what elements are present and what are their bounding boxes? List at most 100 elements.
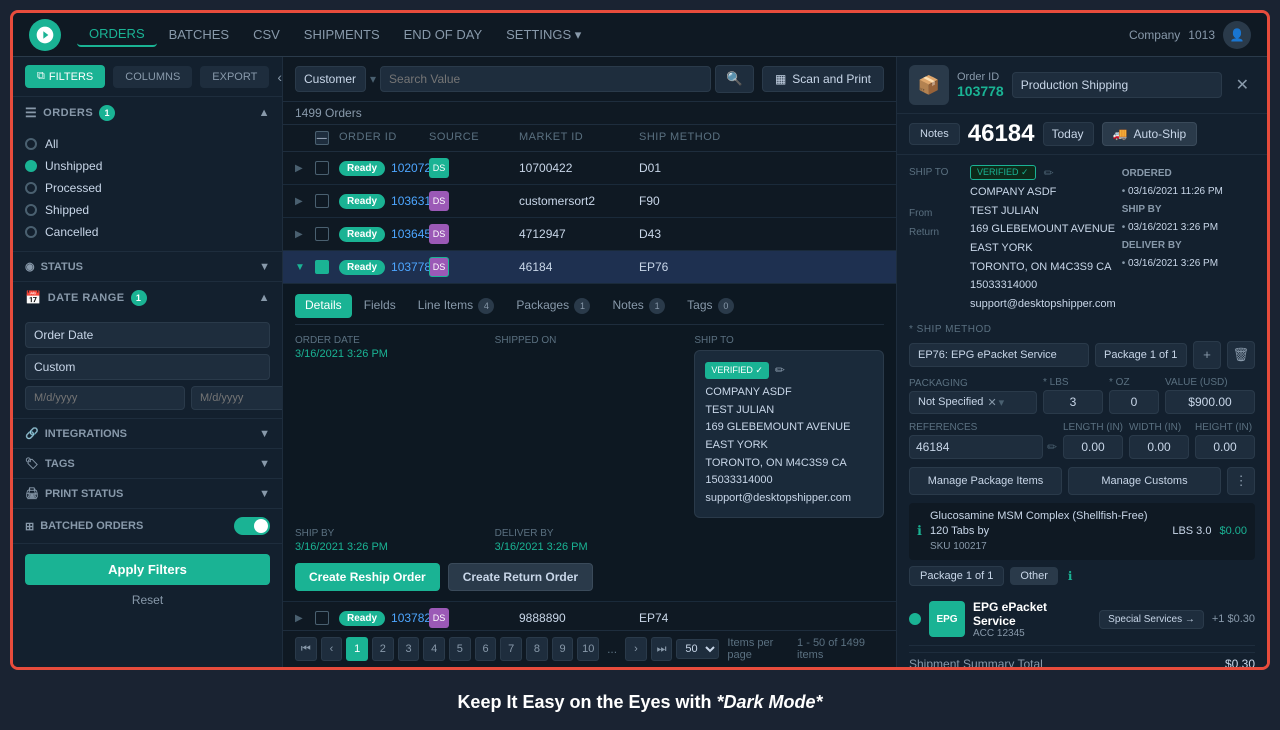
expand-icon[interactable]: ▶	[295, 163, 315, 174]
search-button[interactable]: 🔍	[715, 65, 754, 93]
today-select[interactable]: Today	[1043, 122, 1094, 146]
orders-section-header[interactable]: ☰ ORDERS 1 ▲	[13, 97, 282, 129]
batched-orders-header[interactable]: ⊞ BATCHED ORDERS	[13, 509, 282, 544]
page-first-btn[interactable]: ⏮	[295, 637, 317, 661]
table-row[interactable]: ▶ Ready 102072 DS 10700422 D01	[283, 152, 896, 185]
edit-address-icon[interactable]: ✏	[775, 361, 785, 380]
other-tab[interactable]: Other	[1010, 567, 1058, 585]
order-link[interactable]: 102072	[391, 161, 431, 175]
packaging-dropdown-icon[interactable]: ▾	[999, 396, 1005, 409]
tab-notes[interactable]: Notes 1	[602, 294, 675, 318]
page-next-btn[interactable]: ›	[625, 637, 647, 661]
package-1-tab[interactable]: Package 1 of 1	[909, 566, 1004, 586]
length-input[interactable]	[1063, 435, 1123, 459]
page-last-btn[interactable]: ⏭	[651, 637, 673, 661]
table-row[interactable]: ▶ Ready 103631 DS customersort2 F90	[283, 185, 896, 218]
filter-cancelled[interactable]: Cancelled	[25, 221, 270, 243]
page-9-btn[interactable]: 9	[552, 637, 574, 661]
columns-tab[interactable]: COLUMNS	[113, 66, 192, 88]
row-checkbox-checked[interactable]	[315, 260, 329, 274]
create-return-button[interactable]: Create Return Order	[448, 563, 593, 591]
page-3-btn[interactable]: 3	[398, 637, 420, 661]
expand-icon[interactable]: ▶	[295, 613, 315, 624]
order-date-select[interactable]: Order Date	[25, 322, 270, 348]
page-10-btn[interactable]: 10	[577, 637, 599, 661]
value-input[interactable]	[1165, 390, 1255, 414]
row-checkbox[interactable]	[315, 161, 329, 175]
status-section-header[interactable]: ◉ STATUS ▼	[13, 252, 282, 282]
shipping-type-select[interactable]: Production Shipping	[1012, 72, 1222, 98]
filter-processed[interactable]: Processed	[25, 177, 270, 199]
tab-details[interactable]: Details	[295, 294, 352, 318]
per-page-select[interactable]: 50	[676, 639, 719, 659]
clear-packaging-icon[interactable]: ✕	[987, 396, 996, 409]
page-2-btn[interactable]: 2	[372, 637, 394, 661]
more-options-button[interactable]: ⋮	[1227, 467, 1255, 495]
oz-input[interactable]	[1109, 390, 1159, 414]
close-panel-button[interactable]: ✕	[1230, 73, 1255, 97]
integrations-section-header[interactable]: 🔗 INTEGRATIONS ▼	[13, 419, 282, 449]
sidebar-collapse-btn[interactable]: ‹	[277, 69, 282, 85]
order-link[interactable]: 103782	[391, 611, 431, 625]
nav-shipments[interactable]: SHIPMENTS	[292, 23, 392, 46]
tab-packages[interactable]: Packages 1	[506, 294, 600, 318]
order-link[interactable]: 103631	[391, 194, 431, 208]
height-input[interactable]	[1195, 435, 1255, 459]
print-status-header[interactable]: 🖨 PRINT STATUS ▼	[13, 479, 282, 509]
packaging-select[interactable]: Not Specified ✕ ▾	[909, 391, 1037, 414]
user-avatar[interactable]: 👤	[1223, 21, 1251, 49]
edit-address-icon[interactable]: ✏	[1044, 166, 1054, 180]
add-package-button[interactable]: +	[1193, 341, 1221, 369]
batched-toggle[interactable]	[234, 517, 270, 535]
tags-section-header[interactable]: 🏷 TAGS ▼	[13, 449, 282, 479]
expand-icon[interactable]: ▼	[295, 262, 315, 273]
custom-select[interactable]: Custom	[25, 354, 270, 380]
select-all-checkbox[interactable]: —	[315, 131, 339, 145]
expand-icon[interactable]: ▶	[295, 196, 315, 207]
order-link[interactable]: 103645	[391, 227, 431, 241]
filters-tab[interactable]: ⧉ FILTERS	[25, 65, 105, 88]
delete-package-button[interactable]: 🗑	[1227, 341, 1255, 369]
tab-fields[interactable]: Fields	[354, 294, 406, 318]
date-to-input[interactable]	[191, 386, 283, 410]
notes-button[interactable]: Notes	[909, 123, 960, 145]
package-select[interactable]: Package 1 of 1	[1095, 343, 1187, 367]
search-type-select[interactable]: Customer	[295, 66, 366, 92]
nav-end-of-day[interactable]: END OF DAY	[392, 23, 495, 46]
search-input[interactable]	[380, 66, 711, 92]
row-checkbox[interactable]	[315, 194, 329, 208]
date-range-header[interactable]: 📅 DATE RANGE 1 ▲	[13, 282, 282, 314]
page-7-btn[interactable]: 7	[500, 637, 522, 661]
filter-shipped[interactable]: Shipped	[25, 199, 270, 221]
special-services-button[interactable]: Special Services →	[1099, 610, 1204, 629]
ship-method-select[interactable]: EP76: EPG ePacket Service	[909, 343, 1089, 367]
row-checkbox[interactable]	[315, 227, 329, 241]
filter-unshipped[interactable]: Unshipped	[25, 155, 270, 177]
ref-input[interactable]	[909, 435, 1043, 459]
scan-print-button[interactable]: ▦ Scan and Print	[762, 66, 884, 92]
page-8-btn[interactable]: 8	[526, 637, 548, 661]
date-from-input[interactable]	[25, 386, 185, 410]
apply-filters-button[interactable]: Apply Filters	[25, 554, 270, 585]
table-row[interactable]: ▶ Ready 103645 DS 4712947 D43	[283, 218, 896, 251]
nav-batches[interactable]: BATCHES	[157, 23, 241, 46]
carrier-radio[interactable]	[909, 613, 921, 625]
page-1-btn[interactable]: 1	[346, 637, 368, 661]
filter-all[interactable]: All	[25, 133, 270, 155]
expand-icon[interactable]: ▶	[295, 229, 315, 240]
tab-tags[interactable]: Tags 0	[677, 294, 744, 318]
expanded-row-summary[interactable]: ▼ Ready 103778 DS 46184 EP76	[283, 251, 896, 283]
nav-csv[interactable]: CSV	[241, 23, 292, 46]
reset-link[interactable]: Reset	[13, 589, 282, 611]
lbs-input[interactable]	[1043, 390, 1103, 414]
tab-line-items[interactable]: Line Items 4	[408, 294, 505, 318]
manage-package-items-button[interactable]: Manage Package Items	[909, 467, 1062, 495]
create-reship-button[interactable]: Create Reship Order	[295, 563, 440, 591]
row-checkbox[interactable]	[315, 611, 329, 625]
page-6-btn[interactable]: 6	[475, 637, 497, 661]
manage-customs-button[interactable]: Manage Customs	[1068, 467, 1221, 495]
page-prev-btn[interactable]: ‹	[321, 637, 343, 661]
width-input[interactable]	[1129, 435, 1189, 459]
edit-ref-icon[interactable]: ✏	[1047, 440, 1057, 454]
export-tab[interactable]: EXPORT	[200, 66, 269, 88]
